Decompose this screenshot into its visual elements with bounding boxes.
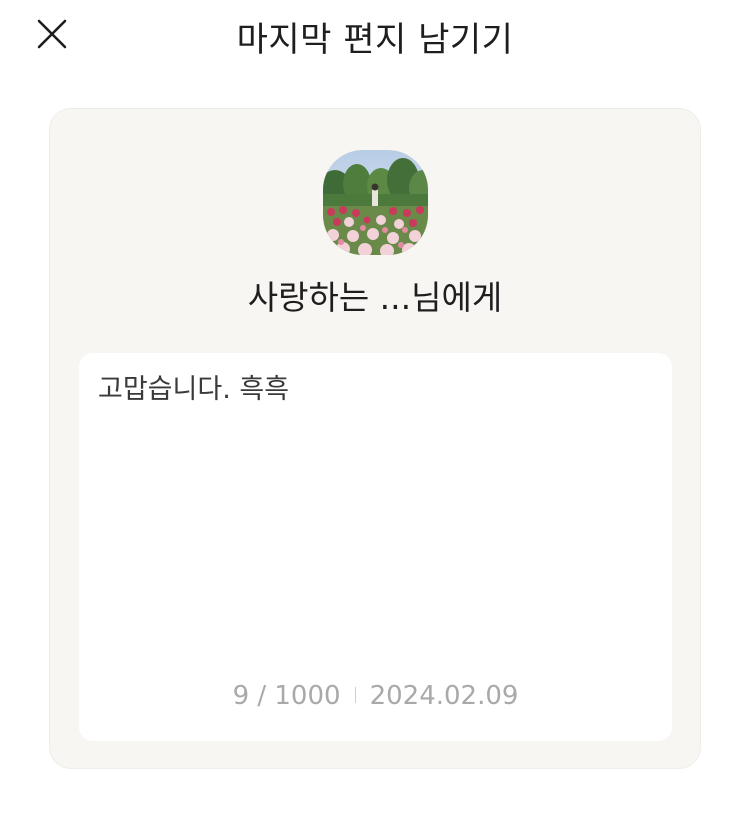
letter-date: 2024.02.09 — [369, 681, 519, 711]
char-count: 9 / 1000 — [232, 681, 341, 711]
letter-page: 마지막 편지 남기기 사랑하는 ...님에게 고맙습니다. 흑흑 9 / 100… — [0, 0, 750, 818]
profile-photo-icon — [323, 150, 428, 255]
header: 마지막 편지 남기기 — [0, 0, 750, 70]
letter-body[interactable]: 고맙습니다. 흑흑 9 / 1000 2024.02.09 — [79, 353, 672, 741]
letter-card: 사랑하는 ...님에게 고맙습니다. 흑흑 9 / 1000 2024.02.09 — [49, 108, 701, 769]
letter-text-field[interactable]: 고맙습니다. 흑흑 — [98, 373, 653, 407]
avatar — [323, 150, 428, 255]
letter-meta: 9 / 1000 2024.02.09 — [79, 681, 672, 711]
page-title: 마지막 편지 남기기 — [236, 20, 514, 60]
meta-divider — [354, 686, 356, 703]
recipient-label: 사랑하는 ...님에게 — [247, 278, 503, 317]
